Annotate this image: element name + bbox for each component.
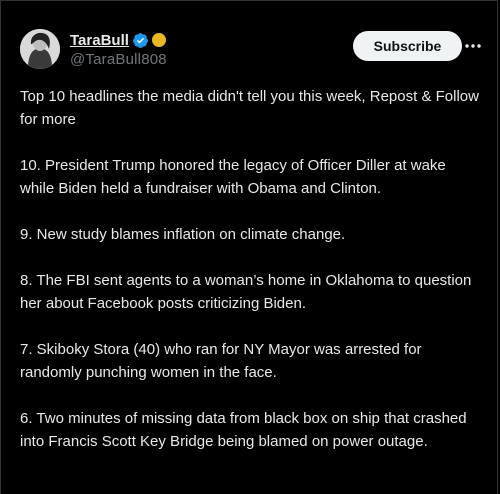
author-handle[interactable]: @TaraBull808 [70, 51, 167, 68]
display-name[interactable]: TaraBull [70, 32, 129, 49]
headline-item: 8. The FBI sent agents to a woman’s home… [20, 272, 472, 312]
avatar[interactable] [20, 29, 60, 69]
gold-badge-icon [151, 33, 166, 47]
author-names: TaraBull @TaraBull808 [70, 31, 167, 69]
headline-item: 9. New study blames inflation on climate… [20, 226, 346, 243]
display-name-row: TaraBull [70, 31, 167, 49]
verified-badge-icon [132, 32, 149, 49]
headline-item: 7. Skiboky Stora (40) who ran for NY May… [20, 341, 422, 381]
tweet-card: TaraBull @TaraBull808 Subscribe Top 10 h… [0, 0, 498, 494]
more-horizontal-icon [465, 44, 481, 48]
more-options-button[interactable] [462, 35, 484, 57]
tweet-header: TaraBull @TaraBull808 Subscribe [20, 23, 497, 73]
avatar-image [20, 29, 60, 69]
tweet-intro: Top 10 headlines the media didn't tell y… [20, 88, 479, 128]
headline-item: 10. President Trump honored the legacy o… [20, 157, 446, 197]
tweet-text: Top 10 headlines the media didn't tell y… [20, 85, 482, 476]
subscribe-button[interactable]: Subscribe [353, 31, 462, 61]
headline-item: 6. Two minutes of missing data from blac… [20, 410, 467, 450]
